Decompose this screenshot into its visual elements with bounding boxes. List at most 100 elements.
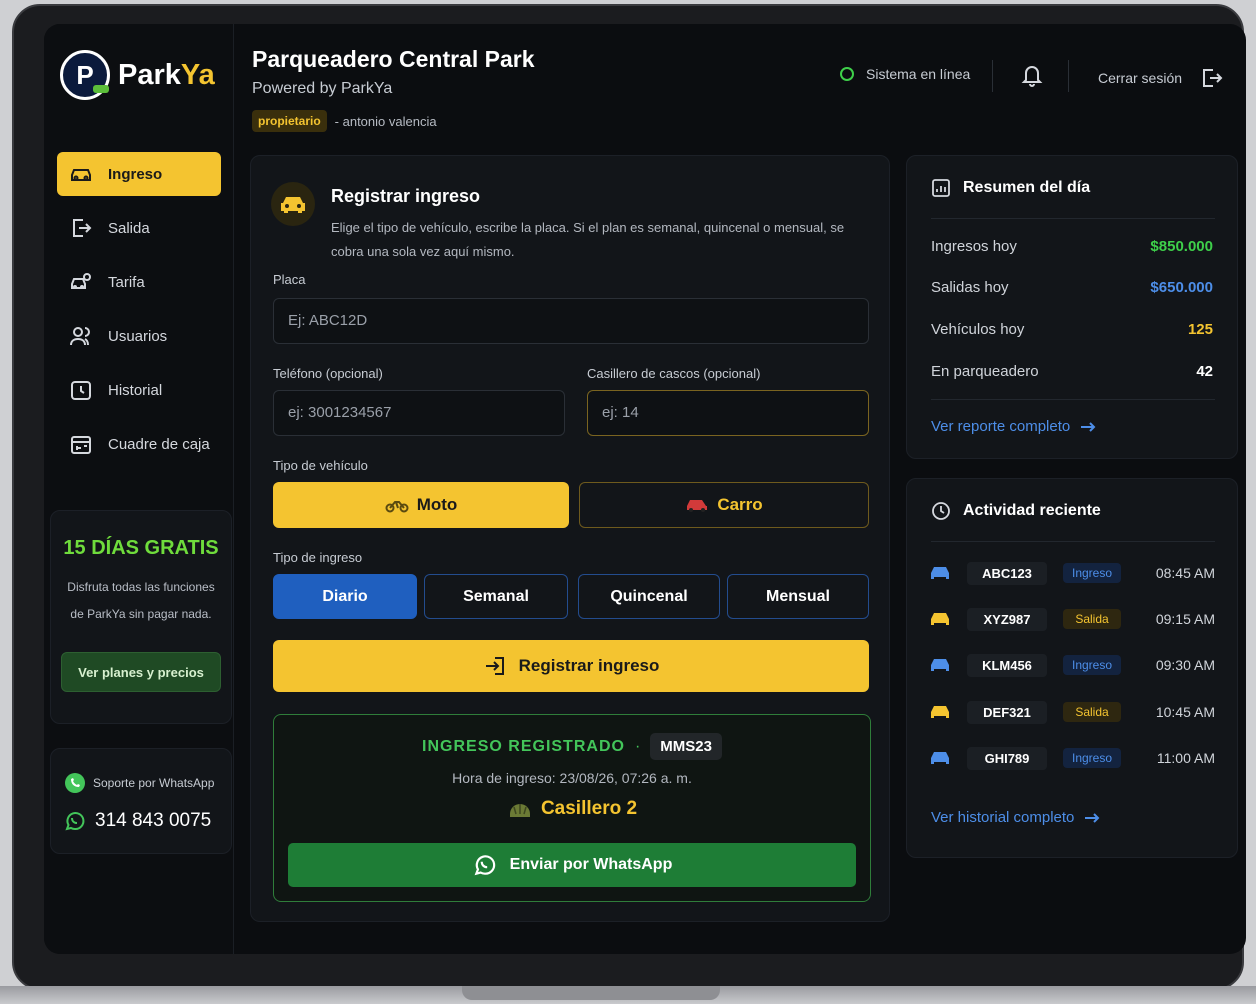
car-icon [71,169,91,181]
sidebar-item-historial[interactable]: Historial [57,368,221,412]
whatsapp-support[interactable]: Soporte por WhatsApp 314 843 0075 [50,748,232,854]
brand-name: ParkYa [118,58,215,91]
sidebar-item-ingreso[interactable]: Ingreso [57,152,221,196]
arrow-right-icon [1081,421,1096,432]
result-locker: Casillero 2 [274,798,870,820]
cashbox-icon [71,436,91,454]
activity-row[interactable]: ABC123 Ingreso 08:45 AM [929,559,1215,587]
login-icon [485,657,504,675]
free-trial-promo: 15 DÍAS GRATIS Disfruta todas las funcio… [50,510,232,724]
card-title: Registrar ingreso [331,186,481,206]
user-info: propietario - antonio valencia [252,110,437,132]
result-separator: · [634,737,641,755]
result-title: INGRESO REGISTRADO [422,737,625,755]
activity-title: Actividad reciente [963,502,1101,519]
sidebar-nav: Ingreso Salida Tarifa Usuarios Historial [57,152,221,476]
app-screen: P ParkYa Ingreso Salida Tarifa Usuarios … [44,24,1246,954]
role-badge: propietario [252,110,327,132]
plate-input[interactable]: Ej: ABC12D [273,298,869,344]
vehicle-type-label: Tipo de vehículo [273,458,368,473]
daily-summary-card: Resumen del día Ingresos hoy $850.000 Sal… [906,155,1238,459]
vehicle-carro-label: Carro [717,495,763,514]
vehicle-carro-button[interactable]: Carro [579,482,869,528]
page-subtitle: Powered by ParkYa [252,80,393,97]
send-whatsapp-label: Enviar por WhatsApp [509,856,673,873]
sidebar-item-label: Tarifa [108,273,145,291]
vehicle-moto-label: Moto [416,495,458,514]
car-icon [931,706,949,718]
view-plans-button[interactable]: Ver planes y precios [61,652,221,692]
entry-type-label: Tipo de ingreso [273,550,363,565]
helmet-icon [509,804,530,817]
logout-icon [1203,69,1223,87]
whatsapp-icon [65,812,85,831]
header-divider [992,60,993,92]
motorcycle-icon [385,501,409,513]
entry-type-mensual[interactable]: Mensual [727,574,869,619]
entry-type-quincenal[interactable]: Quincenal [578,574,720,619]
activity-row[interactable]: GHI789 Ingreso 11:00 AM [929,744,1215,772]
sidebar-item-label: Usuarios [108,327,168,345]
divider [931,399,1215,400]
activity-row[interactable]: XYZ987 Salida 09:15 AM [929,605,1215,633]
sidebar: P ParkYa Ingreso Salida Tarifa Usuarios … [44,24,234,954]
user-name: - antonio valencia [334,113,437,129]
whatsapp-icon [474,855,495,876]
sidebar-item-label: Cuadre de caja [108,435,210,453]
divider [931,541,1215,542]
car-icon [687,500,708,512]
brand-logo[interactable]: P ParkYa [60,50,215,100]
sidebar-item-label: Ingreso [108,165,163,183]
vehicle-moto-button[interactable]: Moto [273,482,569,528]
car-icon [931,752,949,764]
locker-label: Casillero 2 [540,798,638,819]
activity-row[interactable]: KLM456 Ingreso 09:30 AM [929,651,1215,679]
sidebar-item-label: Salida [108,219,150,237]
exit-icon [73,219,92,237]
send-whatsapp-button[interactable]: Enviar por WhatsApp [288,843,856,887]
car-icon [931,567,949,579]
parkya-logo-icon: P [60,50,110,100]
sidebar-item-cuadre-de-caja[interactable]: Cuadre de caja [57,422,221,466]
laptop-notch [462,986,720,1000]
register-entry-card: Registrar ingreso Elige el tipo de vehíc… [250,155,890,922]
register-entry-button[interactable]: Registrar ingreso [273,640,869,692]
result-entry-time: Hora de ingreso: 23/08/26, 07:26 a. m. [452,770,692,786]
bell-icon[interactable] [1020,62,1044,88]
summary-row-en-parqueadero: En parqueadero 42 [931,363,1213,380]
view-full-report-link[interactable]: Ver reporte completo [931,418,1096,435]
support-phone: 314 843 0075 [95,810,212,831]
locker-label: Casillero de cascos (opcional) [587,366,761,381]
clock-icon [932,502,950,520]
status-online-icon [840,67,854,81]
status-label: Sistema en línea [866,66,971,82]
sidebar-item-salida[interactable]: Salida [57,206,221,250]
coins-icon [71,273,91,289]
phone-input[interactable]: ej: 3001234567 [273,390,565,436]
phone-label: Teléfono (opcional) [273,366,383,381]
car-icon [931,659,949,671]
summary-title: Resumen del día [963,179,1091,196]
entry-type-semanal[interactable]: Semanal [424,574,568,619]
page-title: Parqueadero Central Park [252,46,535,72]
logout-button[interactable]: Cerrar sesión [1098,66,1224,90]
sidebar-item-label: Historial [108,381,163,399]
plate-label: Placa [273,272,306,287]
users-icon [70,327,90,346]
divider [931,218,1215,219]
logout-label: Cerrar sesión [1098,70,1183,86]
whatsapp-icon [65,773,85,793]
summary-row-ingresos: Ingresos hoy $850.000 [931,238,1213,255]
sidebar-item-tarifa[interactable]: Tarifa [57,260,221,304]
card-description: Elige el tipo de vehículo, escribe la pl… [331,220,845,259]
activity-row[interactable]: DEF321 Salida 10:45 AM [929,698,1215,726]
sidebar-item-usuarios[interactable]: Usuarios [57,314,221,358]
locker-input[interactable]: ej: 14 [587,390,869,436]
promo-title: 15 DÍAS GRATIS [63,537,219,559]
entry-type-diario[interactable]: Diario [273,574,417,619]
laptop-frame: P ParkYa Ingreso Salida Tarifa Usuarios … [12,4,1246,990]
view-full-history-link[interactable]: Ver historial completo [931,809,1100,826]
car-icon [931,613,949,625]
summary-row-salidas: Salidas hoy $650.000 [931,279,1213,296]
promo-description: Disfruta todas las funciones de ParkYa s… [67,580,215,621]
